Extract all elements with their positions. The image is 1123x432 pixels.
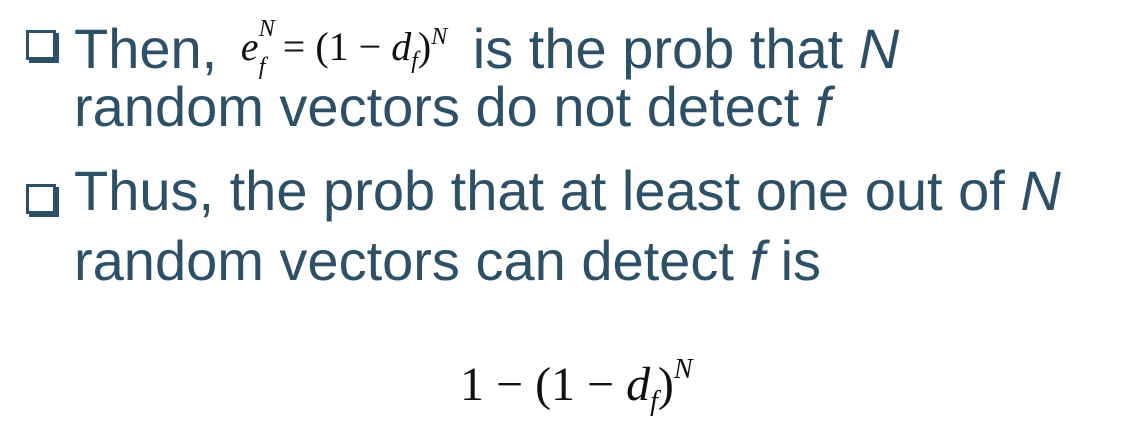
- formula-lead: 1 − (1 −: [460, 358, 627, 411]
- bullet-1-suffix: is the prob that: [472, 17, 844, 80]
- formula-d-subscript: f: [650, 386, 658, 417]
- formula-exponent: N: [673, 354, 693, 385]
- formula-d: d: [626, 358, 651, 411]
- detection-probability-formula: 1 − (1 − df)N: [460, 340, 693, 432]
- bullet-2-var-n: N: [1020, 159, 1061, 222]
- bullet-1-var-n: N: [858, 17, 900, 80]
- bullet-2-var-f: f: [749, 229, 766, 292]
- math-d: d: [391, 24, 412, 69]
- math-equals-open: = (1 −: [282, 24, 392, 69]
- square-bullet-icon: [26, 184, 56, 214]
- bullet-1-line-2: random vectors do not detect f: [74, 72, 830, 142]
- formula-close-paren: ): [657, 358, 674, 411]
- bullet-1-prefix: Then,: [74, 17, 218, 80]
- math-close-paren: ): [417, 24, 432, 69]
- bullet-2-line-2-text: random vectors can detect: [74, 229, 734, 292]
- bullet-2-line-1-text: Thus, the prob that at least one out of: [74, 159, 1005, 222]
- bullet-1-var-f: f: [814, 75, 831, 138]
- math-e: e: [240, 24, 259, 69]
- bullet-2-line-1: Thus, the prob that at least one out of …: [74, 156, 1061, 226]
- square-bullet-icon: [26, 30, 56, 60]
- bullet-2-line-2-end: is: [780, 229, 822, 292]
- math-exponent: N: [431, 24, 448, 50]
- bullet-1-line-2-text: random vectors do not detect: [74, 75, 800, 138]
- bullet-2-line-2: random vectors can detect f is: [74, 226, 821, 296]
- math-d-subscript: f: [411, 48, 418, 74]
